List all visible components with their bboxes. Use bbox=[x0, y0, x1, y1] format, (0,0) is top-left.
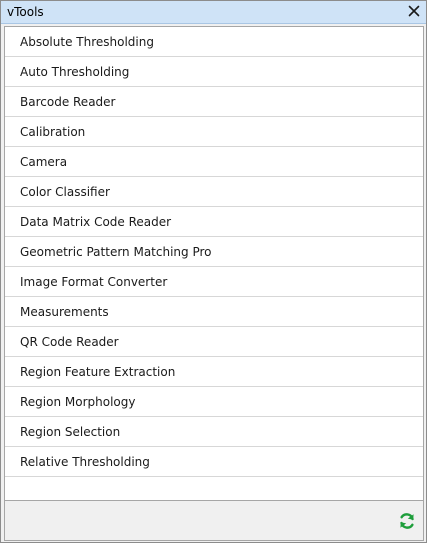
tool-item[interactable]: Region Selection bbox=[5, 417, 423, 447]
tool-item[interactable]: Calibration bbox=[5, 117, 423, 147]
tool-item[interactable]: Barcode Reader bbox=[5, 87, 423, 117]
tool-item-label: Region Feature Extraction bbox=[20, 364, 176, 379]
tool-item-label: Auto Thresholding bbox=[20, 64, 130, 79]
tool-item[interactable]: Region Feature Extraction bbox=[5, 357, 423, 387]
tool-item-label: QR Code Reader bbox=[20, 334, 119, 349]
panel-title: vTools bbox=[7, 5, 44, 19]
tool-item-label: Camera bbox=[20, 154, 68, 169]
tool-item[interactable]: Camera bbox=[5, 147, 423, 177]
tool-item[interactable]: Color Classifier bbox=[5, 177, 423, 207]
vtools-panel: vTools Absolute Thresholding Auto Thresh… bbox=[0, 0, 427, 543]
tool-item[interactable]: Data Matrix Code Reader bbox=[5, 207, 423, 237]
title-bar: vTools bbox=[1, 1, 426, 24]
tool-list: Absolute Thresholding Auto Thresholding … bbox=[4, 26, 424, 501]
tool-item[interactable]: Relative Thresholding bbox=[5, 447, 423, 477]
tool-item-label: Region Morphology bbox=[20, 394, 136, 409]
tool-item-label: Region Selection bbox=[20, 424, 121, 439]
tool-item-label: Relative Thresholding bbox=[20, 454, 150, 469]
tool-item-label: Barcode Reader bbox=[20, 94, 116, 109]
tool-item-label: Geometric Pattern Matching Pro bbox=[20, 244, 212, 259]
tool-item[interactable]: QR Code Reader bbox=[5, 327, 423, 357]
tool-item[interactable]: Measurements bbox=[5, 297, 423, 327]
tool-item-label: Absolute Thresholding bbox=[20, 34, 154, 49]
tool-item[interactable]: Geometric Pattern Matching Pro bbox=[5, 237, 423, 267]
tool-item[interactable]: Image Format Converter bbox=[5, 267, 423, 297]
tool-item-label: Data Matrix Code Reader bbox=[20, 214, 172, 229]
tool-item[interactable]: Absolute Thresholding bbox=[5, 27, 423, 57]
footer-bar bbox=[4, 500, 424, 541]
tool-item-label: Measurements bbox=[20, 304, 109, 319]
tool-item-label: Calibration bbox=[20, 124, 86, 139]
close-icon[interactable] bbox=[406, 3, 422, 19]
tool-item[interactable]: Auto Thresholding bbox=[5, 57, 423, 87]
tool-item[interactable]: Region Morphology bbox=[5, 387, 423, 417]
tool-item-label: Color Classifier bbox=[20, 184, 110, 199]
tool-item-label: Image Format Converter bbox=[20, 274, 168, 289]
refresh-icon[interactable] bbox=[397, 511, 417, 531]
